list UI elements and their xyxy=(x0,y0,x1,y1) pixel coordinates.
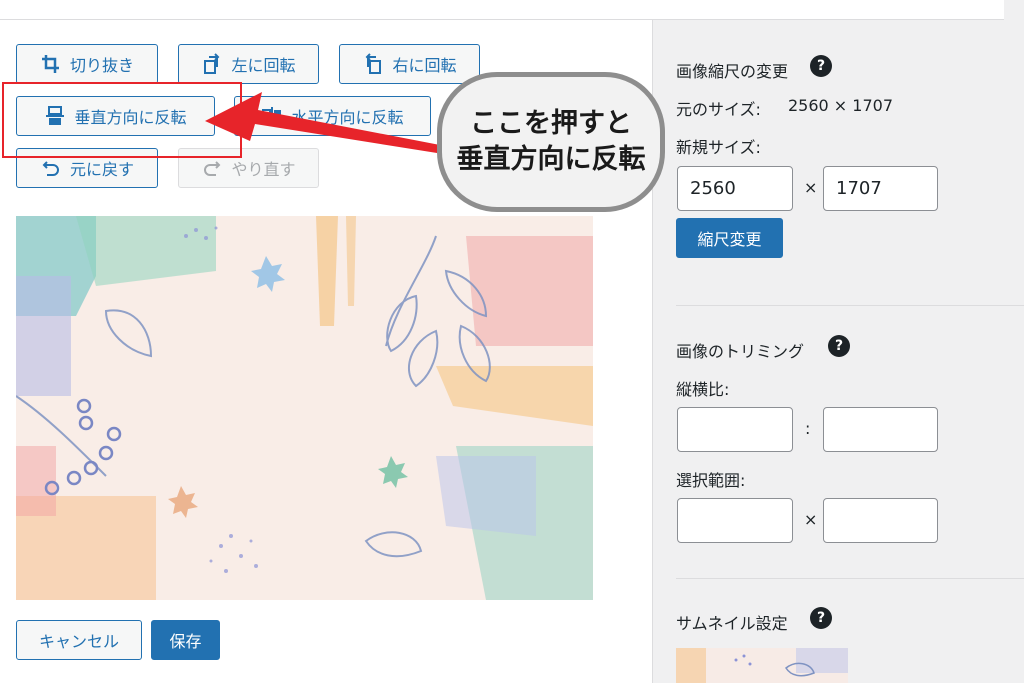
callout-line-1: ここを押すと xyxy=(470,108,632,139)
annotation-callout: ここを押すと 垂直方向に反転 xyxy=(437,72,665,212)
callout-line-2: 垂直方向に反転 xyxy=(456,144,646,175)
